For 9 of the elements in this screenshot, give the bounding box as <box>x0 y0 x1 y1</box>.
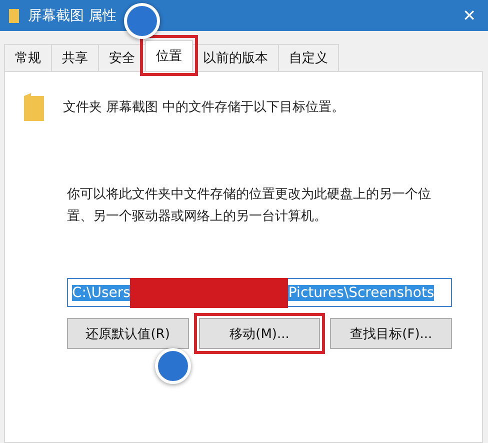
window-title: 屏幕截图 属性 <box>28 6 118 24</box>
tab[interactable]: 常规 <box>4 44 52 71</box>
action-button[interactable]: 移动(M)... <box>198 318 320 349</box>
tab[interactable]: 自定义 <box>278 44 339 71</box>
action-button[interactable]: 还原默认值(R) <box>67 318 189 349</box>
location-intro: 文件夹 屏幕截图 中的文件存储于以下目标位置。 <box>63 99 344 116</box>
description-text: 你可以将此文件夹中文件存储的位置更改为此硬盘上的另一个位置、另一个驱动器或网络上的另一台计算机。 <box>67 186 432 226</box>
close-button[interactable]: ✕ <box>462 6 476 25</box>
action-button[interactable]: 查找目标(F)... <box>330 318 452 349</box>
